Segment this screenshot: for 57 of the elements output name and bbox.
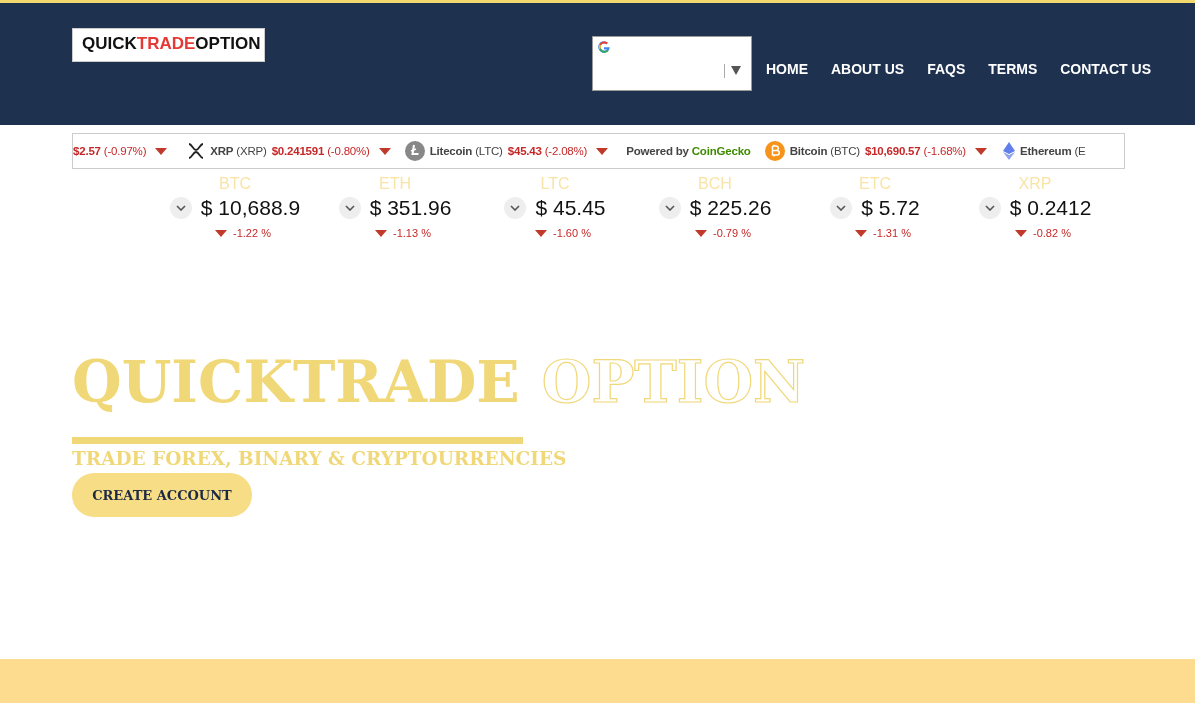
price-change: -0.79 % <box>713 227 751 239</box>
hero-title: QUICKTRADE <box>72 347 520 417</box>
chevron-down-icon <box>984 205 995 211</box>
coin-name: Bitcoin (BTC) <box>789 145 860 157</box>
diamond-icon <box>1003 142 1015 160</box>
chevron-down-button[interactable] <box>338 197 361 219</box>
create-account-button[interactable]: CREATE ACCOUNT <box>72 473 252 517</box>
price-change: -1.31 % <box>873 227 911 239</box>
price-change: -1.13 % <box>393 227 431 239</box>
powered-by-text: Powered by CoinGecko <box>626 145 751 157</box>
chevron-down-button[interactable] <box>830 197 853 219</box>
coin-symbol: XRP <box>1018 175 1052 193</box>
bitcoin-icon <box>764 141 785 161</box>
litecoin-icon <box>404 141 425 161</box>
coin-name: XRP (XRP) <box>210 145 267 157</box>
coin-price: $45.43 (-2.08%) <box>507 145 588 157</box>
coin-price: $ 5.72 <box>861 195 920 221</box>
logo[interactable]: QUICKTRADEOPTION <box>72 28 265 62</box>
nav-link[interactable]: TERMS <box>988 61 1038 77</box>
coin-price: $2.57 (-0.97%) <box>73 145 147 157</box>
coingecko-link[interactable]: CoinGecko <box>691 145 751 157</box>
price-change: -1.60 % <box>553 227 591 239</box>
chevron-down-icon <box>510 205 521 211</box>
nav-link[interactable]: FAQS <box>927 61 966 77</box>
coin-price: $ 10,688.9 <box>200 195 301 221</box>
chevron-down-button[interactable] <box>169 197 192 219</box>
coin-symbol: BTC <box>219 175 251 193</box>
coin-price: $ 0.2412 <box>1009 195 1092 221</box>
coin-symbol: LTC <box>540 175 570 193</box>
google-g-icon <box>598 41 610 53</box>
coin-price: $ 45.45 <box>535 195 606 221</box>
coin-price: $ 351.96 <box>369 195 452 221</box>
chevron-down-button[interactable] <box>504 197 527 219</box>
nav-link[interactable]: ABOUT US <box>831 61 905 77</box>
coin-symbol: ETC <box>859 175 891 193</box>
coin-name: Ethereum (E <box>1020 145 1086 157</box>
coin-symbol: ETH <box>379 175 411 193</box>
coin-name: Litecoin (LTC) <box>429 145 503 157</box>
chevron-down-icon <box>664 205 675 211</box>
hero-subtitle: TRADE FOREX, BINARY & CRYPTOURRENCIES <box>72 448 568 469</box>
coin-price: $10,690.57 (-1.68%) <box>864 145 966 157</box>
cross-x-icon <box>187 142 206 160</box>
chevron-down-icon <box>836 205 847 211</box>
chevron-down-icon <box>344 205 355 211</box>
hero-title-outline: OPTION <box>541 347 806 417</box>
price-change: -1.22 % <box>233 227 271 239</box>
chevron-down-icon <box>175 205 186 211</box>
coin-symbol: BCH <box>698 175 732 193</box>
translate-dropdown[interactable] <box>592 36 752 91</box>
chevron-down-button[interactable] <box>658 197 681 219</box>
coin-price: $0.241591 (-0.80%) <box>271 145 370 157</box>
price-change: -0.82 % <box>1033 227 1071 239</box>
coin-price: $ 225.26 <box>689 195 772 221</box>
nav-link[interactable]: HOME <box>766 61 808 77</box>
chevron-down-button[interactable] <box>978 197 1001 219</box>
caret-icon <box>731 66 741 75</box>
nav-link[interactable]: CONTACT US <box>1060 61 1151 77</box>
